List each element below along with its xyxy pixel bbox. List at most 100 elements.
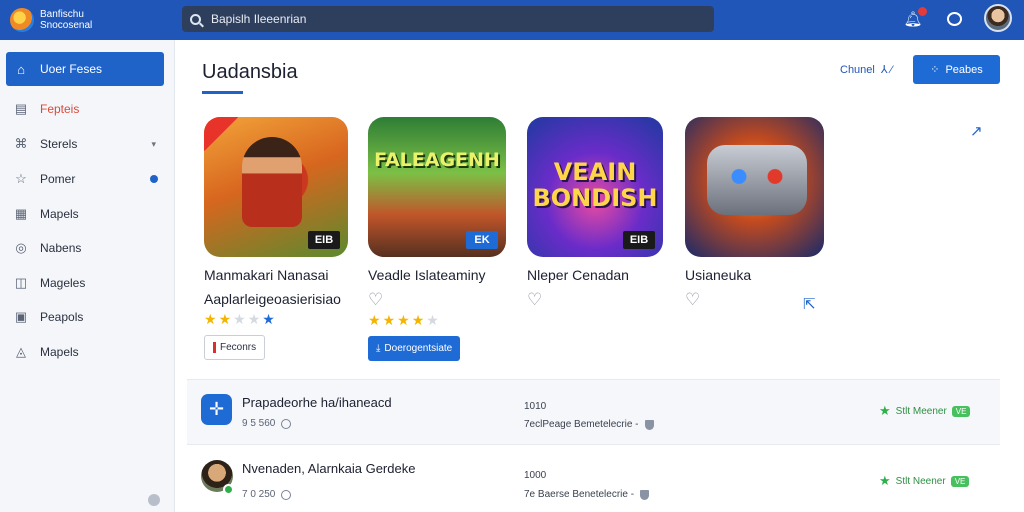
game-card[interactable]: FALEAGENH EK Veadle Islateaminy ♡ ★ ★ ★ … bbox=[368, 117, 518, 361]
list-item-meta-text: 7 0 250 bbox=[242, 489, 276, 500]
external-link-icon[interactable]: ⇱ bbox=[803, 295, 816, 313]
game-thumbnail[interactable] bbox=[685, 117, 824, 257]
primary-button[interactable]: ⁘ Peabes bbox=[913, 55, 1000, 84]
game-card[interactable]: VEAIN BONDISH EIB Nleper Cenadan ♡ bbox=[527, 117, 677, 310]
star-icon: ★ bbox=[368, 312, 381, 328]
heart-icon[interactable]: ♡ bbox=[527, 290, 677, 310]
sidebar-item-image[interactable]: ▣ Peapols bbox=[6, 300, 164, 334]
sidebar-item-location[interactable]: ◬ Mapels bbox=[6, 335, 164, 369]
primary-button-label: Peabes bbox=[945, 63, 983, 76]
list-item-detail: 7e Baerse Benetelecrie - bbox=[524, 489, 650, 500]
card-title: Nleper Cenadan bbox=[527, 267, 629, 283]
game-logo-text: FALEAGENH bbox=[374, 149, 500, 171]
brand-text: Banfischu Snocosenal bbox=[40, 9, 92, 31]
card-action-label: Feconrs bbox=[220, 342, 257, 353]
sidebar-item-circle[interactable]: ◎ Nabens bbox=[6, 231, 164, 265]
notification-dot bbox=[918, 7, 927, 16]
sidebar-item-label: Nabens bbox=[40, 241, 82, 255]
user-avatar[interactable] bbox=[984, 4, 1012, 32]
list-item-count: 1000 bbox=[524, 470, 547, 481]
messages-button[interactable] bbox=[943, 8, 965, 30]
heart-icon[interactable]: ♡ bbox=[368, 290, 518, 310]
list-item-meta: 9 5 560 bbox=[242, 418, 292, 429]
list-item[interactable]: ✛ Prapadeorhe ha/ihaneacd 9 5 560 1010 7… bbox=[187, 379, 1000, 445]
chevron-down-icon: ▾ bbox=[151, 138, 156, 149]
grid-icon: ▦ bbox=[14, 206, 28, 221]
shield-icon bbox=[640, 489, 650, 500]
card-subtitle: Aaplarleigeoasierisiao bbox=[204, 291, 341, 307]
card-action-label: Doerogentsiate bbox=[384, 343, 453, 354]
list-item-count: 1010 bbox=[524, 401, 547, 412]
sidebar-item-favorites[interactable]: ☆ Pomer bbox=[6, 162, 164, 196]
sparkle-icon: ⁘ bbox=[930, 64, 940, 76]
robot-illustration bbox=[707, 145, 807, 215]
hero-illustration bbox=[242, 137, 302, 227]
header-link[interactable]: Chunel ⅄ ⁄ bbox=[840, 63, 893, 77]
home-icon: ⌂ bbox=[17, 61, 25, 77]
game-card[interactable]: Usianeuka ♡ bbox=[685, 117, 835, 310]
card-action-button[interactable]: Feconrs bbox=[204, 335, 266, 360]
image-icon: ▣ bbox=[14, 309, 28, 324]
star-icon: ★ bbox=[204, 311, 217, 327]
search-bar[interactable] bbox=[182, 6, 714, 32]
game-thumbnail[interactable]: EIB bbox=[204, 117, 348, 257]
circle-icon: ◎ bbox=[15, 240, 27, 255]
brand-line-1: Banfischu bbox=[40, 9, 84, 20]
star-icon: ★ bbox=[411, 312, 425, 328]
sidebar-item-home[interactable]: ⌂ Uoer Feses bbox=[6, 52, 164, 86]
list-item-status[interactable]: ★ Stlt Neener VE bbox=[879, 473, 970, 489]
status-label: Stlt Meener bbox=[895, 405, 947, 417]
sidebar-item-reports[interactable]: ▤ Fepteis bbox=[6, 92, 164, 126]
star-icon: ★ bbox=[247, 311, 261, 327]
game-thumbnail[interactable]: VEAIN BONDISH EIB bbox=[527, 117, 663, 257]
status-badge: VE bbox=[951, 405, 971, 417]
shield-icon bbox=[644, 419, 654, 430]
search-icon bbox=[190, 13, 201, 25]
star-rating: ★ ★ ★ ★ ★ bbox=[368, 312, 518, 330]
rating-badge: EIB bbox=[623, 231, 655, 249]
game-thumbnail[interactable]: FALEAGENH EK bbox=[368, 117, 506, 257]
notifications-button[interactable]: 🔔︎ bbox=[902, 7, 927, 30]
list-item-meta: 7 0 250 bbox=[242, 489, 292, 500]
card-title: Veadle Islateaminy bbox=[368, 267, 486, 283]
card-title: Usianeuka bbox=[685, 267, 752, 283]
list-item-detail-text: 7eclPeage Bemetelecrie - bbox=[524, 419, 639, 430]
globe-icon bbox=[281, 418, 292, 429]
verified-badge-icon bbox=[223, 484, 234, 495]
sidebar-item-chart[interactable]: ◫ Mageles bbox=[6, 266, 164, 300]
calendar-icon: ▤ bbox=[14, 101, 28, 116]
page-title: Uadansbia bbox=[202, 61, 298, 83]
star-icon: ★ bbox=[218, 311, 232, 327]
header-link-label: Chunel bbox=[840, 63, 875, 76]
sidebar-item-label: Mapels bbox=[40, 345, 79, 359]
share-icon[interactable]: ↗ bbox=[970, 122, 983, 140]
sidebar-item-grid[interactable]: ▦ Mapels bbox=[6, 197, 164, 231]
brand-logo bbox=[10, 8, 34, 32]
list-item-detail-text: 7e Baerse Benetelecrie - bbox=[524, 489, 635, 500]
game-card[interactable]: EIB Manmakari Nanasai Aaplarleigeoasieri… bbox=[204, 117, 354, 360]
brand-line-2: Snocosenal bbox=[40, 20, 93, 31]
game-logo-text: VEAIN BONDISH bbox=[532, 158, 658, 212]
card-action-button[interactable]: ⤓ Doerogentsiate bbox=[368, 336, 461, 361]
sidebar-item-label: Sterels bbox=[40, 137, 78, 151]
list-item-title: Prapadeorhe ha/ihaneacd bbox=[242, 395, 392, 410]
globe-icon bbox=[281, 489, 292, 500]
search-input[interactable] bbox=[211, 12, 691, 26]
star-icon: ★ bbox=[879, 473, 891, 488]
sort-icon: ⅄ ⁄ bbox=[880, 64, 893, 76]
star-icon: ☆ bbox=[15, 171, 27, 186]
star-icon: ★ bbox=[426, 312, 439, 328]
brand[interactable]: Banfischu Snocosenal bbox=[0, 0, 175, 40]
list-item-status[interactable]: ★ Stlt Meener VE bbox=[879, 403, 971, 419]
star-rating: ★ ★ ★ ★ ★ bbox=[204, 311, 354, 329]
help-icon[interactable] bbox=[148, 494, 160, 506]
chat-icon bbox=[946, 12, 962, 26]
sidebar-item-label: Mageles bbox=[40, 276, 86, 290]
sidebar: ⌂ Uoer Feses ▤ Fepteis ⌘ Sterels ▾ ☆ Pom… bbox=[0, 40, 175, 512]
list-item[interactable]: Nvenaden, Alarnkaia Gerdeke 7 0 250 1000… bbox=[187, 450, 1000, 512]
sidebar-item-label: Mapels bbox=[40, 207, 79, 221]
unread-dot bbox=[150, 175, 158, 183]
sidebar-item-tags[interactable]: ⌘ Sterels ▾ bbox=[6, 127, 164, 161]
chart-icon: ◫ bbox=[14, 275, 28, 290]
sidebar-item-label: Uoer Feses bbox=[40, 62, 103, 76]
